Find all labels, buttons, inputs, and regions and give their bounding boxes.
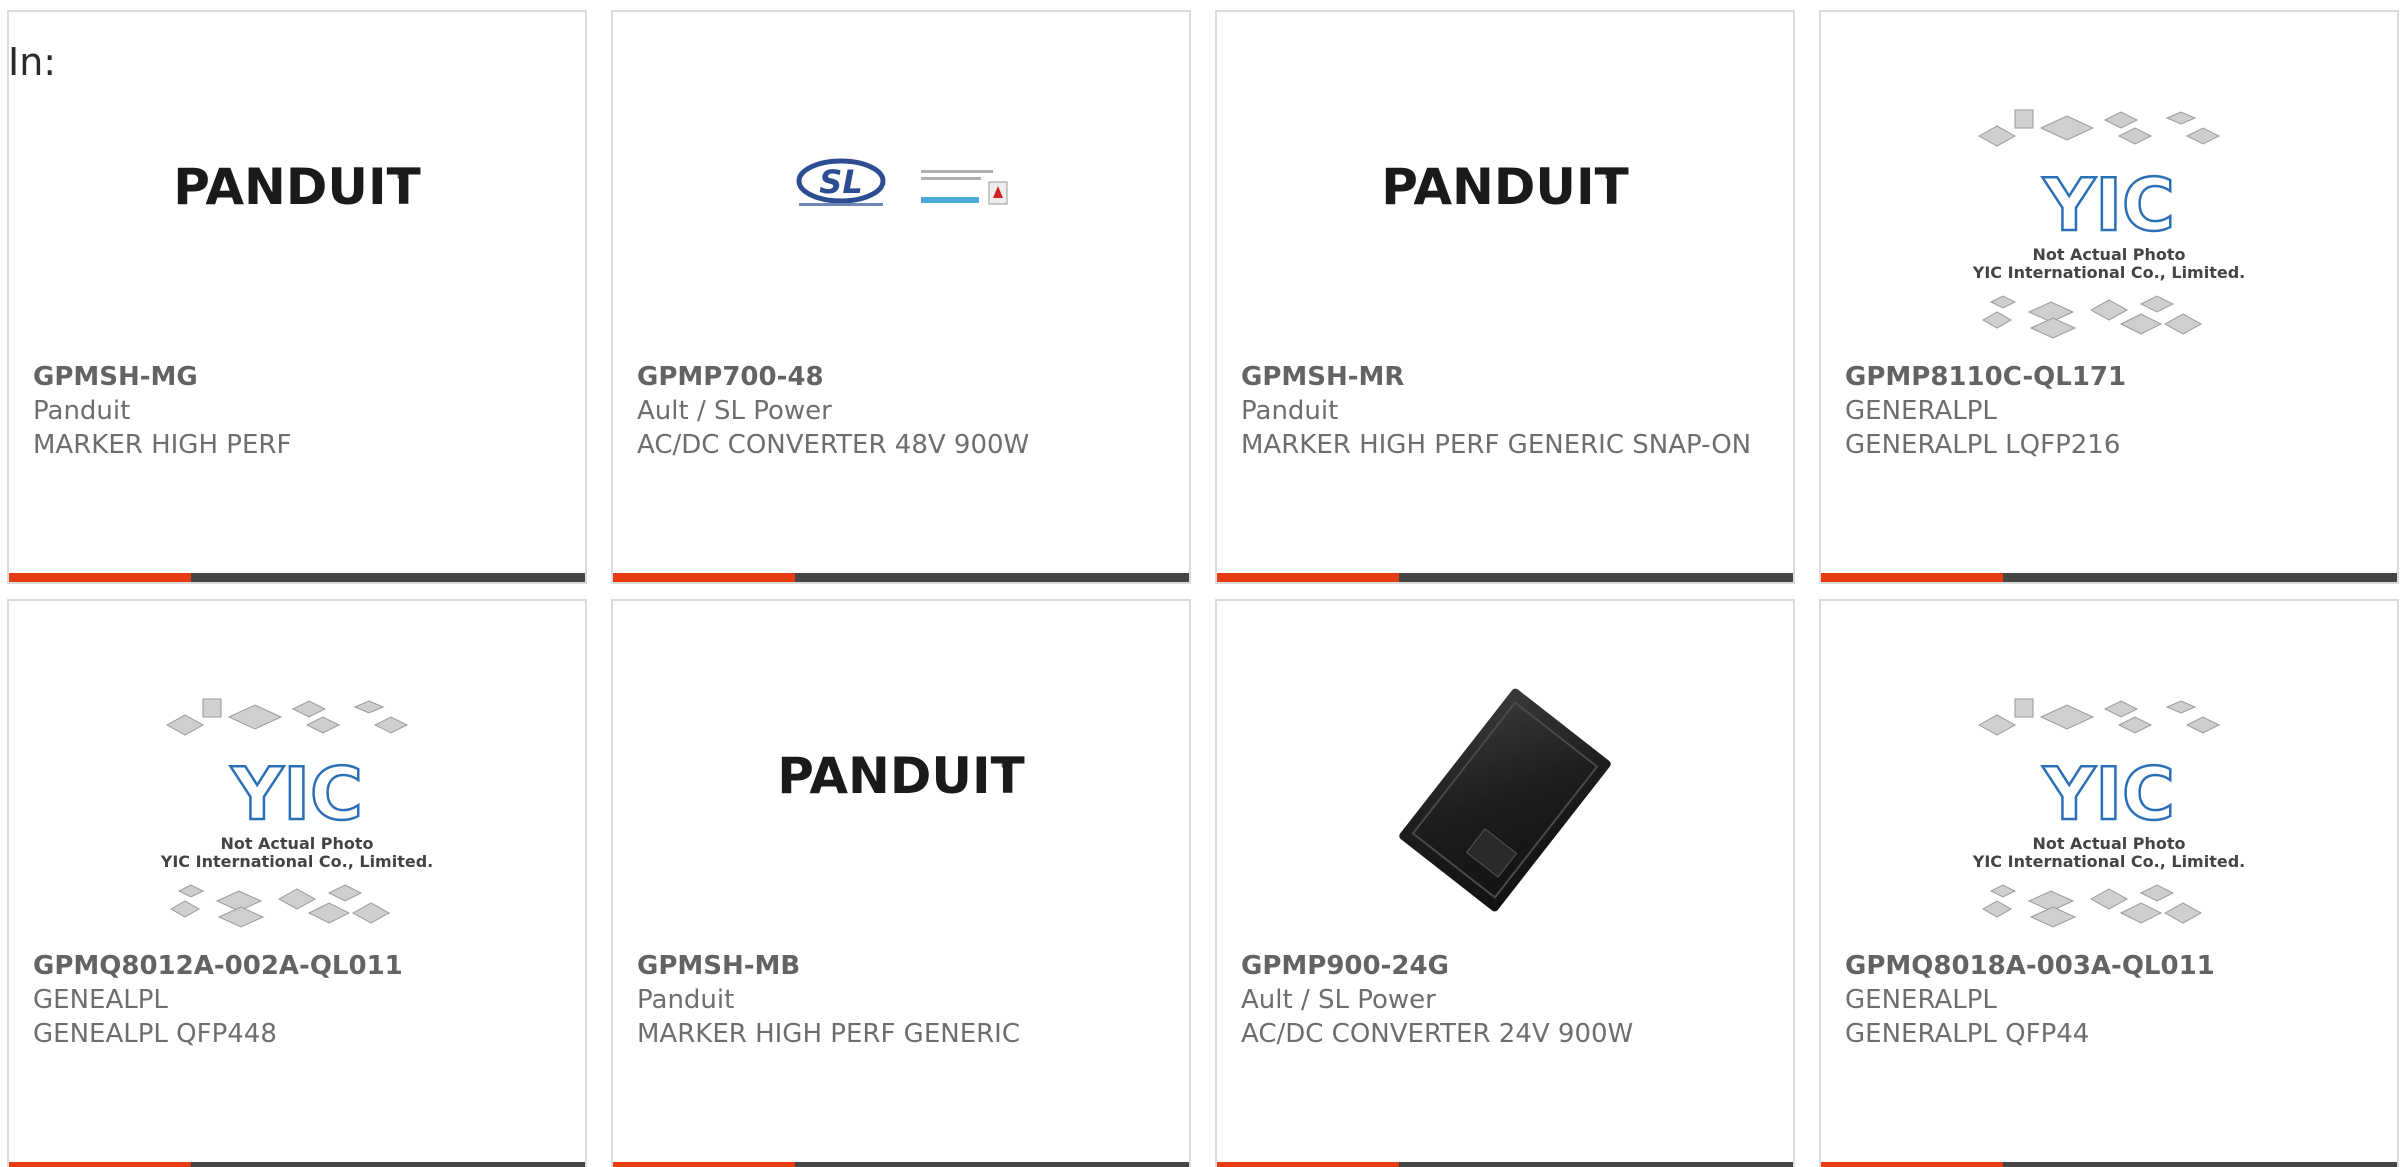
manufacturer: Panduit	[637, 985, 735, 1015]
card-bar-accent	[613, 1162, 795, 1167]
description: MARKER HIGH PERF GENERIC	[637, 1019, 1021, 1049]
manufacturer: GENEALPL	[33, 985, 168, 1015]
card-bar-accent	[1217, 1162, 1399, 1167]
panduit-logo: PANDUIT	[173, 158, 420, 216]
description: AC/DC CONVERTER 48V 900W	[637, 430, 1030, 460]
product-image[interactable]: PANDUIT	[9, 66, 585, 356]
svg-text:Not Actual Photo: Not Actual Photo	[220, 834, 373, 853]
product-info: GPMQ8018A-003A-QL011 GENERALPL GENERALPL…	[1845, 949, 2377, 1051]
panduit-logo: PANDUIT	[777, 747, 1024, 805]
manufacturer: Ault / SL Power	[1241, 985, 1436, 1015]
sl-power-logo: SL	[796, 158, 1008, 206]
product-card[interactable]: YIC Not Actual Photo YIC International C…	[7, 599, 587, 1167]
description: AC/DC CONVERTER 24V 900W	[1241, 1019, 1634, 1049]
product-card[interactable]: PANDUIT GPMSH-MB Panduit MARKER HIGH PER…	[611, 599, 1191, 1167]
svg-text:YIC International Co., Limited: YIC International Co., Limited.	[160, 852, 433, 871]
card-bar-accent	[9, 573, 191, 582]
manufacturer: Panduit	[1241, 396, 1339, 426]
product-info: GPMP8110C-QL171 GENERALPL GENERALPL LQFP…	[1845, 360, 2377, 462]
product-card[interactable]: YIC Not Actual Photo YIC International C…	[1819, 599, 2399, 1167]
svg-text:YIC: YIC	[2042, 752, 2175, 836]
product-info: GPMSH-MB Panduit MARKER HIGH PERF GENERI…	[637, 949, 1169, 1051]
manufacturer: GENERALPL	[1845, 396, 1997, 426]
product-image[interactable]: YIC Not Actual Photo YIC International C…	[1821, 66, 2397, 356]
product-image[interactable]: YIC Not Actual Photo YIC International C…	[9, 655, 585, 945]
svg-text:PANDUIT: PANDUIT	[173, 158, 420, 216]
part-number[interactable]: GPMQ8018A-003A-QL011	[1845, 949, 2377, 983]
manufacturer: Ault / SL Power	[637, 396, 832, 426]
manufacturer: Panduit	[33, 396, 131, 426]
yic-placeholder: YIC Not Actual Photo YIC International C…	[1972, 109, 2245, 339]
svg-text:PANDUIT: PANDUIT	[1381, 158, 1628, 216]
product-card[interactable]: GPMP900-24G Ault / SL Power AC/DC CONVER…	[1215, 599, 1795, 1167]
card-bar-accent	[613, 573, 795, 582]
svg-text:YIC: YIC	[2042, 163, 2175, 247]
product-card[interactable]: YIC Not Actual Photo YIC International C…	[1819, 10, 2399, 584]
part-number[interactable]: GPMP8110C-QL171	[1845, 360, 2377, 394]
part-number[interactable]: GPMP700-48	[637, 360, 1169, 394]
product-info: GPMSH-MG Panduit MARKER HIGH PERF	[33, 360, 565, 462]
product-image[interactable]	[1217, 655, 1793, 945]
card-bar-accent	[1821, 1162, 2003, 1167]
product-info: GPMQ8012A-002A-QL011 GENEALPL GENEALPL Q…	[33, 949, 565, 1051]
product-info: GPMSH-MR Panduit MARKER HIGH PERF GENERI…	[1241, 360, 1773, 462]
yic-placeholder: YIC Not Actual Photo YIC International C…	[1972, 698, 2245, 928]
product-card[interactable]: PANDUIT GPMSH-MG Panduit MARKER HIGH PER…	[7, 10, 587, 584]
svg-text:YIC: YIC	[230, 752, 363, 836]
description: MARKER HIGH PERF	[33, 430, 292, 460]
part-number[interactable]: GPMP900-24G	[1241, 949, 1773, 983]
power-supply-photo	[1399, 688, 1611, 912]
description: GENERALPL QFP44	[1845, 1019, 2090, 1049]
product-card[interactable]: PANDUIT GPMSH-MR Panduit MARKER HIGH PER…	[1215, 10, 1795, 584]
product-image[interactable]: YIC Not Actual Photo YIC International C…	[1821, 655, 2397, 945]
product-image[interactable]: PANDUIT	[1217, 66, 1793, 356]
product-grid: In: PANDUIT GPMSH-MG Panduit MARKER HIGH…	[0, 0, 2400, 1167]
product-card[interactable]: SL GPMP700-48 Ault / SL Power AC/DC CONV…	[611, 10, 1191, 584]
svg-text:Not Actual Photo: Not Actual Photo	[2032, 245, 2185, 264]
product-image[interactable]: SL	[613, 66, 1189, 356]
part-number[interactable]: GPMSH-MB	[637, 949, 1169, 983]
description: GENEALPL QFP448	[33, 1019, 277, 1049]
panduit-logo: PANDUIT	[1381, 158, 1628, 216]
part-number[interactable]: GPMQ8012A-002A-QL011	[33, 949, 565, 983]
part-number[interactable]: GPMSH-MG	[33, 360, 565, 394]
part-number[interactable]: GPMSH-MR	[1241, 360, 1773, 394]
card-bar-accent	[9, 1162, 191, 1167]
svg-text:SL: SL	[819, 163, 862, 201]
manufacturer: GENERALPL	[1845, 985, 1997, 1015]
svg-text:PANDUIT: PANDUIT	[777, 747, 1024, 805]
svg-text:Not Actual Photo: Not Actual Photo	[2032, 834, 2185, 853]
product-info: GPMP900-24G Ault / SL Power AC/DC CONVER…	[1241, 949, 1773, 1051]
svg-text:YIC International Co., Limited: YIC International Co., Limited.	[1972, 263, 2245, 282]
card-bar-accent	[1821, 573, 2003, 582]
in-filter-label: In:	[8, 40, 57, 84]
description: GENERALPL LQFP216	[1845, 430, 2121, 460]
description: MARKER HIGH PERF GENERIC SNAP-ON	[1241, 430, 1752, 460]
card-bar-accent	[1217, 573, 1399, 582]
yic-placeholder: YIC Not Actual Photo YIC International C…	[160, 698, 433, 928]
product-info: GPMP700-48 Ault / SL Power AC/DC CONVERT…	[637, 360, 1169, 462]
svg-text:YIC International Co., Limited: YIC International Co., Limited.	[1972, 852, 2245, 871]
product-image[interactable]: PANDUIT	[613, 655, 1189, 945]
